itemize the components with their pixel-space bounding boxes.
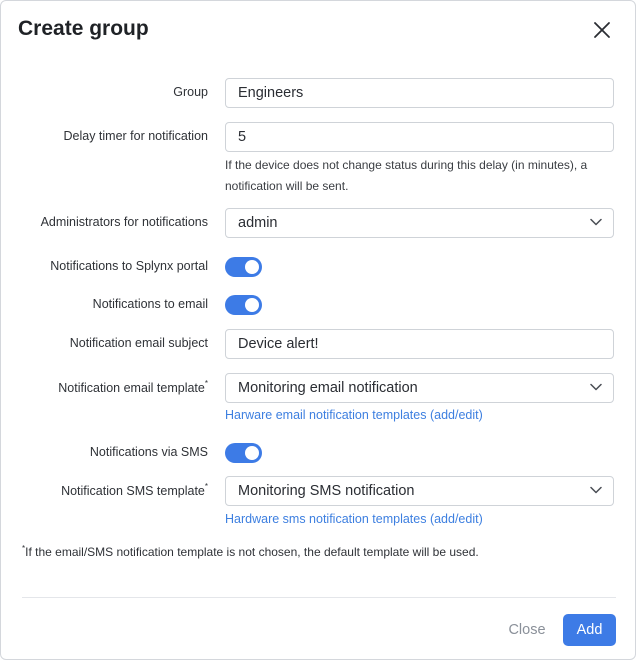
email-templates-link[interactable]: Harware email notification templates (ad… [225, 408, 483, 422]
footnote-text: If the email/SMS notification template i… [25, 545, 479, 559]
toggle-knob [245, 260, 259, 274]
required-mark: * [204, 482, 208, 491]
email-template-select[interactable]: Monitoring email notification [225, 373, 614, 403]
administrators-label: Administrators for notifications [40, 215, 208, 229]
sms-template-select[interactable]: Monitoring SMS notification [225, 476, 614, 506]
required-mark: * [204, 379, 208, 388]
chevron-down-icon [590, 383, 602, 391]
administrators-selected-value: admin [238, 215, 278, 231]
delay-label: Delay timer for notification [63, 129, 208, 143]
chevron-down-icon [590, 486, 602, 494]
email-template-label: Notification email template* [58, 379, 208, 396]
email-notifications-label: Notifications to email [92, 297, 208, 311]
add-button[interactable]: Add [563, 614, 616, 646]
chevron-down-icon [590, 218, 602, 226]
administrators-select[interactable]: admin [225, 208, 614, 238]
sms-template-label: Notification SMS template* [61, 482, 208, 499]
sms-notifications-toggle[interactable] [225, 443, 262, 463]
sms-templates-link[interactable]: Hardware sms notification templates (add… [225, 512, 483, 526]
footnote: *If the email/SMS notification template … [22, 544, 479, 559]
email-template-label-text: Notification email template [58, 381, 205, 396]
toggle-knob [245, 446, 259, 460]
group-label: Group [173, 85, 208, 99]
dialog-title: Create group [18, 17, 149, 40]
email-subject-label: Notification email subject [69, 336, 208, 350]
sms-template-label-text: Notification SMS template [61, 484, 205, 499]
portal-notifications-label: Notifications to Splynx portal [50, 259, 208, 273]
close-button[interactable]: Close [499, 614, 555, 646]
toggle-knob [245, 298, 259, 312]
footer-divider [22, 597, 616, 598]
delay-input[interactable] [225, 122, 614, 152]
email-notifications-toggle[interactable] [225, 295, 262, 315]
group-input[interactable] [225, 78, 614, 108]
sms-template-selected-value: Monitoring SMS notification [238, 483, 415, 499]
portal-notifications-toggle[interactable] [225, 257, 262, 277]
sms-notifications-label: Notifications via SMS [89, 445, 208, 459]
email-template-selected-value: Monitoring email notification [238, 380, 418, 396]
delay-help-text: If the device does not change status dur… [225, 158, 588, 193]
close-icon[interactable] [591, 19, 613, 41]
create-group-dialog: Create group Group Delay timer for notif… [0, 0, 636, 660]
email-subject-input[interactable] [225, 329, 614, 359]
